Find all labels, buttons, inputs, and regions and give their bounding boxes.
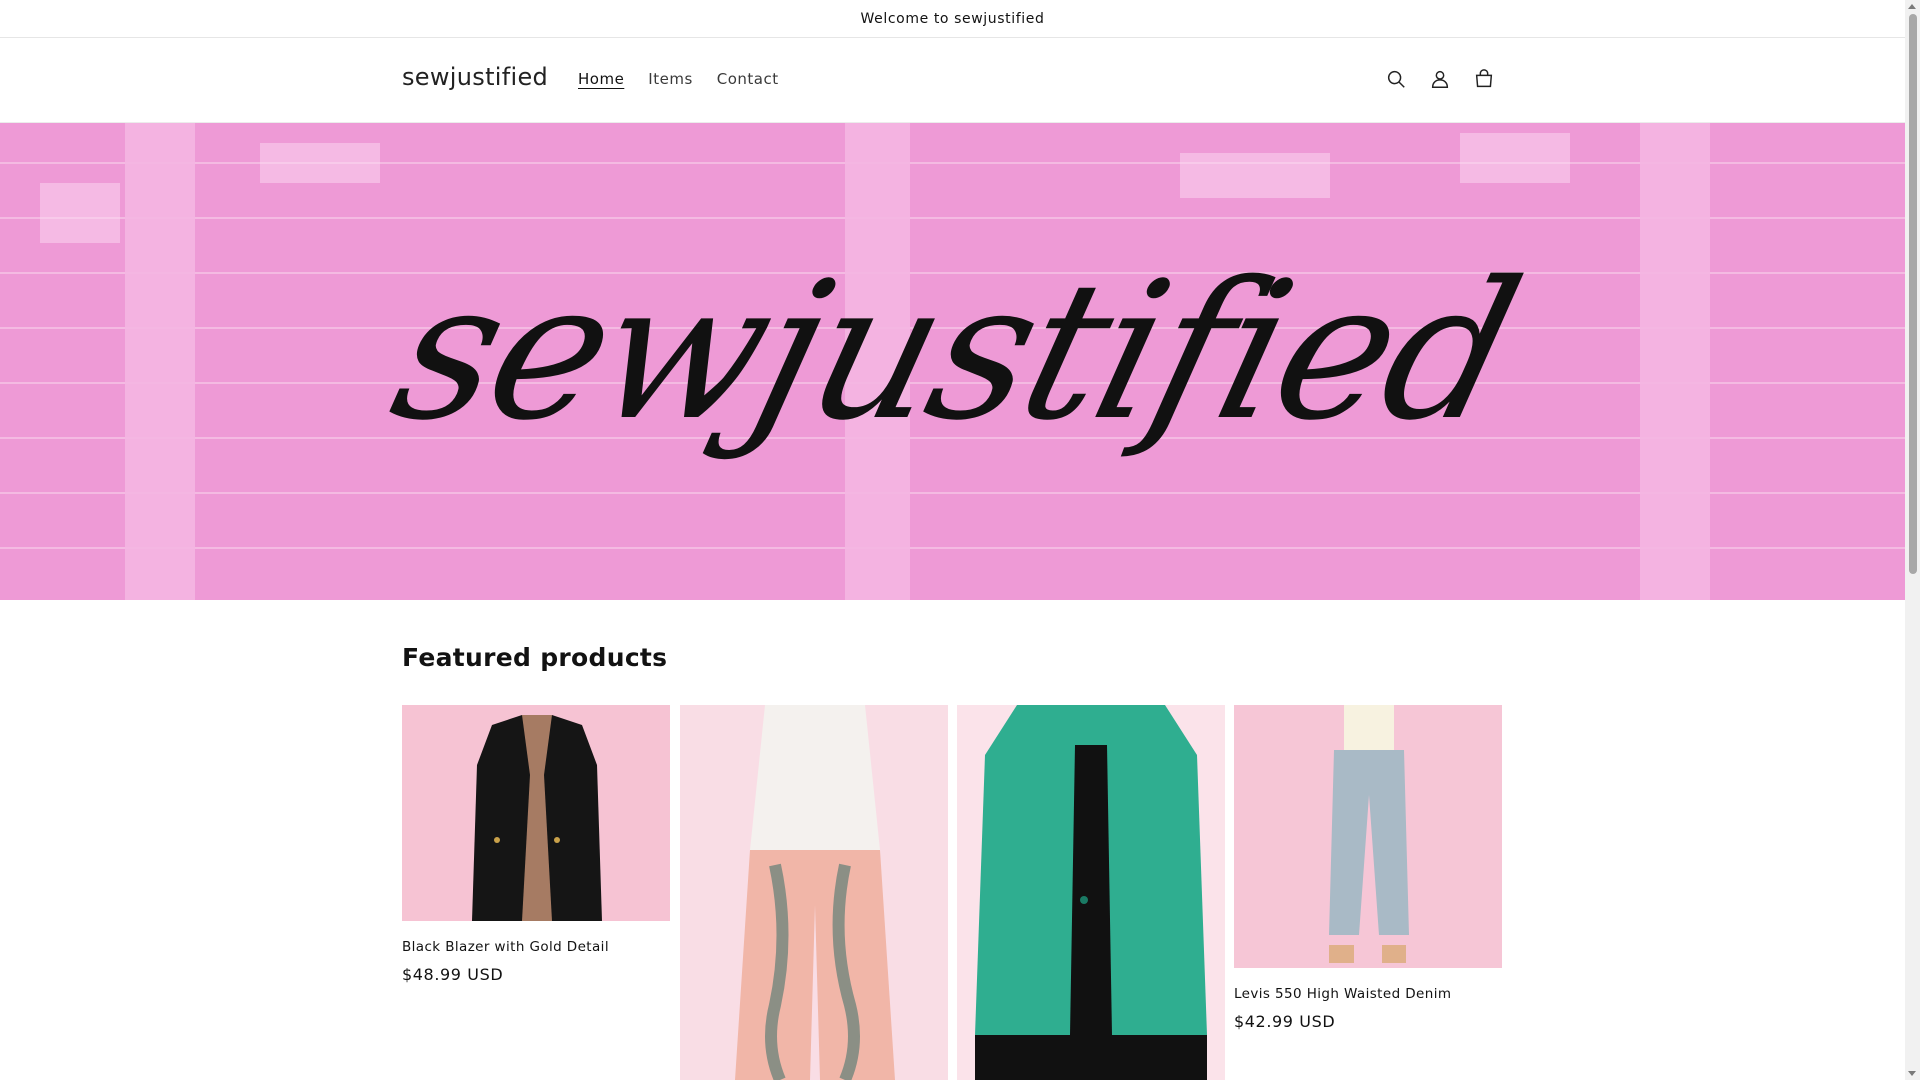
nav-items-link[interactable]: Items	[636, 70, 704, 88]
cart-icon[interactable]	[1470, 65, 1498, 93]
product-card[interactable]	[957, 705, 1225, 1080]
header-icons	[1382, 65, 1498, 93]
scroll-up-arrow[interactable]	[1908, 4, 1916, 9]
account-icon[interactable]	[1426, 65, 1454, 93]
announcement-text: Welcome to sewjustified	[860, 10, 1045, 27]
announcement-bar: Welcome to sewjustified	[0, 0, 1905, 38]
page-scrollbar[interactable]	[1905, 0, 1920, 1080]
featured-heading: Featured products	[402, 643, 668, 672]
scroll-down-arrow[interactable]	[1908, 1071, 1916, 1076]
product-price: $48.99 USD	[402, 965, 504, 984]
scrollbar-thumb[interactable]	[1909, 14, 1917, 574]
product-card[interactable]	[680, 705, 948, 1080]
product-image[interactable]	[680, 705, 948, 1080]
product-card[interactable]: Levis 550 High Waisted Denim $42.99 USD	[1234, 705, 1502, 1031]
nav-contact-link[interactable]: Contact	[705, 70, 791, 88]
product-image[interactable]	[402, 705, 670, 921]
product-image[interactable]	[957, 705, 1225, 1080]
search-icon[interactable]	[1382, 65, 1410, 93]
product-image[interactable]	[1234, 705, 1502, 968]
product-card[interactable]: Black Blazer with Gold Detail $48.99 USD	[402, 705, 670, 984]
hero-banner: sewjustified	[0, 123, 1905, 600]
site-header: sewjustified Home Items Contact	[0, 39, 1905, 123]
nav-home-link[interactable]: Home	[566, 70, 636, 88]
store-logo[interactable]: sewjustified	[402, 63, 548, 91]
product-name[interactable]: Levis 550 High Waisted Denim	[1234, 986, 1502, 1002]
main-nav: Home Items Contact	[566, 70, 791, 88]
product-name[interactable]: Black Blazer with Gold Detail	[402, 939, 670, 955]
product-price: $42.99 USD	[1234, 1012, 1336, 1031]
hero-title: sewjustified	[374, 241, 1536, 462]
